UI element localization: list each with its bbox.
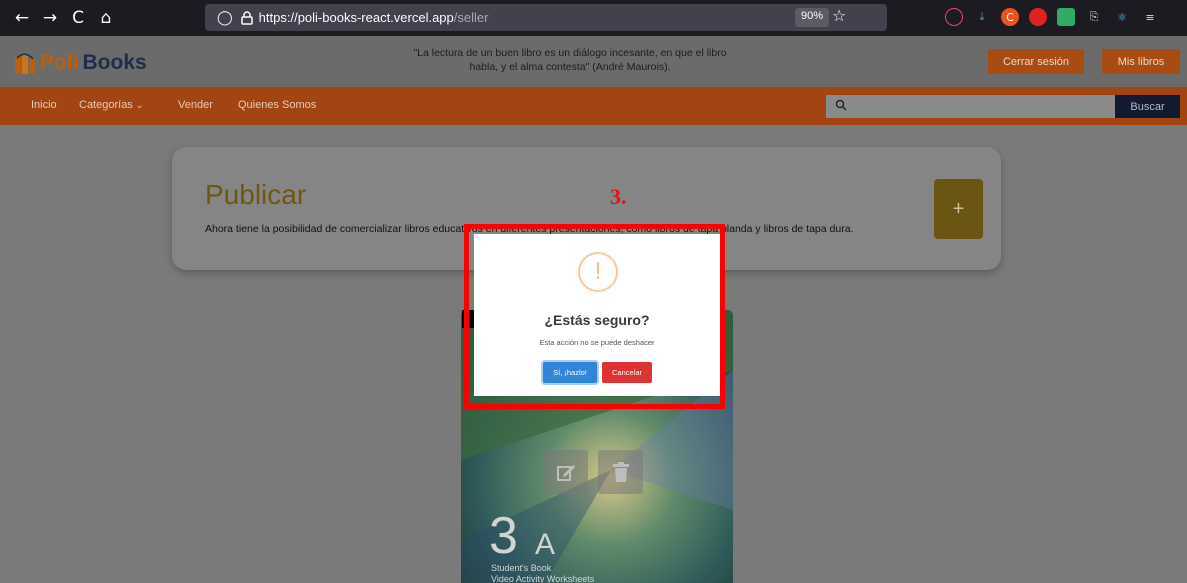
- forward-icon[interactable]: →: [36, 8, 64, 28]
- book-subtitle-2: Video Activity Worksheets: [491, 574, 595, 583]
- react-icon[interactable]: ⚛: [1113, 8, 1131, 26]
- menu-icon[interactable]: ≡: [1141, 8, 1159, 26]
- add-book-button[interactable]: +: [934, 179, 983, 239]
- site-header: Poli Books "La lectura de un buen libro e…: [0, 36, 1187, 87]
- extensions-puzzle-icon[interactable]: ⎘: [1085, 8, 1103, 26]
- extension-grid-icon[interactable]: [1057, 8, 1075, 26]
- logo-text-books: Books: [82, 51, 147, 74]
- bookmark-star-icon[interactable]: ☆: [832, 6, 846, 25]
- delete-book-button[interactable]: [598, 450, 643, 494]
- logo-text-poli: Poli: [40, 51, 79, 74]
- search-button[interactable]: Buscar: [1115, 95, 1180, 118]
- book-level-letter: A: [535, 528, 556, 561]
- trash-icon: [612, 462, 629, 482]
- url-text: https://poli-books-react.vercel.app/sell…: [259, 10, 489, 25]
- extension-icons: ⤓ C ⎘ ⚛ ≡: [945, 8, 1159, 26]
- quote-line-2: habla, y el alma contesta" (André Mauroi…: [469, 61, 671, 73]
- url-path: /seller: [453, 10, 489, 25]
- extension-red-icon[interactable]: [1029, 8, 1047, 26]
- reload-icon[interactable]: C: [64, 8, 92, 28]
- back-icon[interactable]: ←: [8, 8, 36, 28]
- url-host: https://poli-books-react.vercel.app: [258, 10, 454, 25]
- publish-title: Publicar: [205, 179, 307, 210]
- nav-item-categorias-label: Categorías: [79, 99, 133, 111]
- book-subtitle-1: Student's Book: [491, 563, 552, 573]
- main-nav: Inicio Categorías ⌄ Vender Quienes Somos …: [0, 87, 1187, 125]
- annotation-step-label: 3.: [610, 184, 627, 209]
- nav-item-vender[interactable]: Vender: [178, 99, 213, 111]
- annotation-highlight-box: [464, 224, 725, 409]
- shield-icon[interactable]: ◯: [217, 10, 233, 26]
- header-quote: "La lectura de un buen libro es un diálo…: [370, 46, 770, 74]
- chevron-down-icon: ⌄: [135, 101, 144, 111]
- search-icon: [835, 99, 847, 111]
- quote-line-1: "La lectura de un buen libro es un diálo…: [413, 47, 727, 59]
- logo[interactable]: Poli Books: [12, 50, 147, 76]
- extension-c-icon[interactable]: C: [1001, 8, 1019, 26]
- edit-book-button[interactable]: [543, 450, 588, 494]
- zoom-badge[interactable]: 90%: [795, 8, 830, 27]
- book-level-number: 3: [489, 507, 518, 565]
- nav-item-quienes-somos[interactable]: Quienes Somos: [238, 99, 316, 111]
- pocket-icon[interactable]: [945, 8, 963, 26]
- search-input[interactable]: [826, 95, 1115, 118]
- download-icon[interactable]: ⤓: [973, 8, 991, 26]
- edit-icon: [556, 465, 575, 481]
- home-icon[interactable]: ⌂: [92, 8, 120, 28]
- nav-item-categorias[interactable]: Categorías ⌄: [79, 99, 143, 111]
- lock-icon[interactable]: [240, 10, 253, 25]
- logout-button[interactable]: Cerrar sesión: [988, 49, 1084, 74]
- address-bar[interactable]: ◯ https://poli-books-react.vercel.app/se…: [205, 4, 887, 31]
- books-logo-icon: [15, 53, 35, 74]
- my-books-button[interactable]: Mis libros: [1102, 49, 1180, 74]
- nav-item-inicio[interactable]: Inicio: [31, 99, 57, 111]
